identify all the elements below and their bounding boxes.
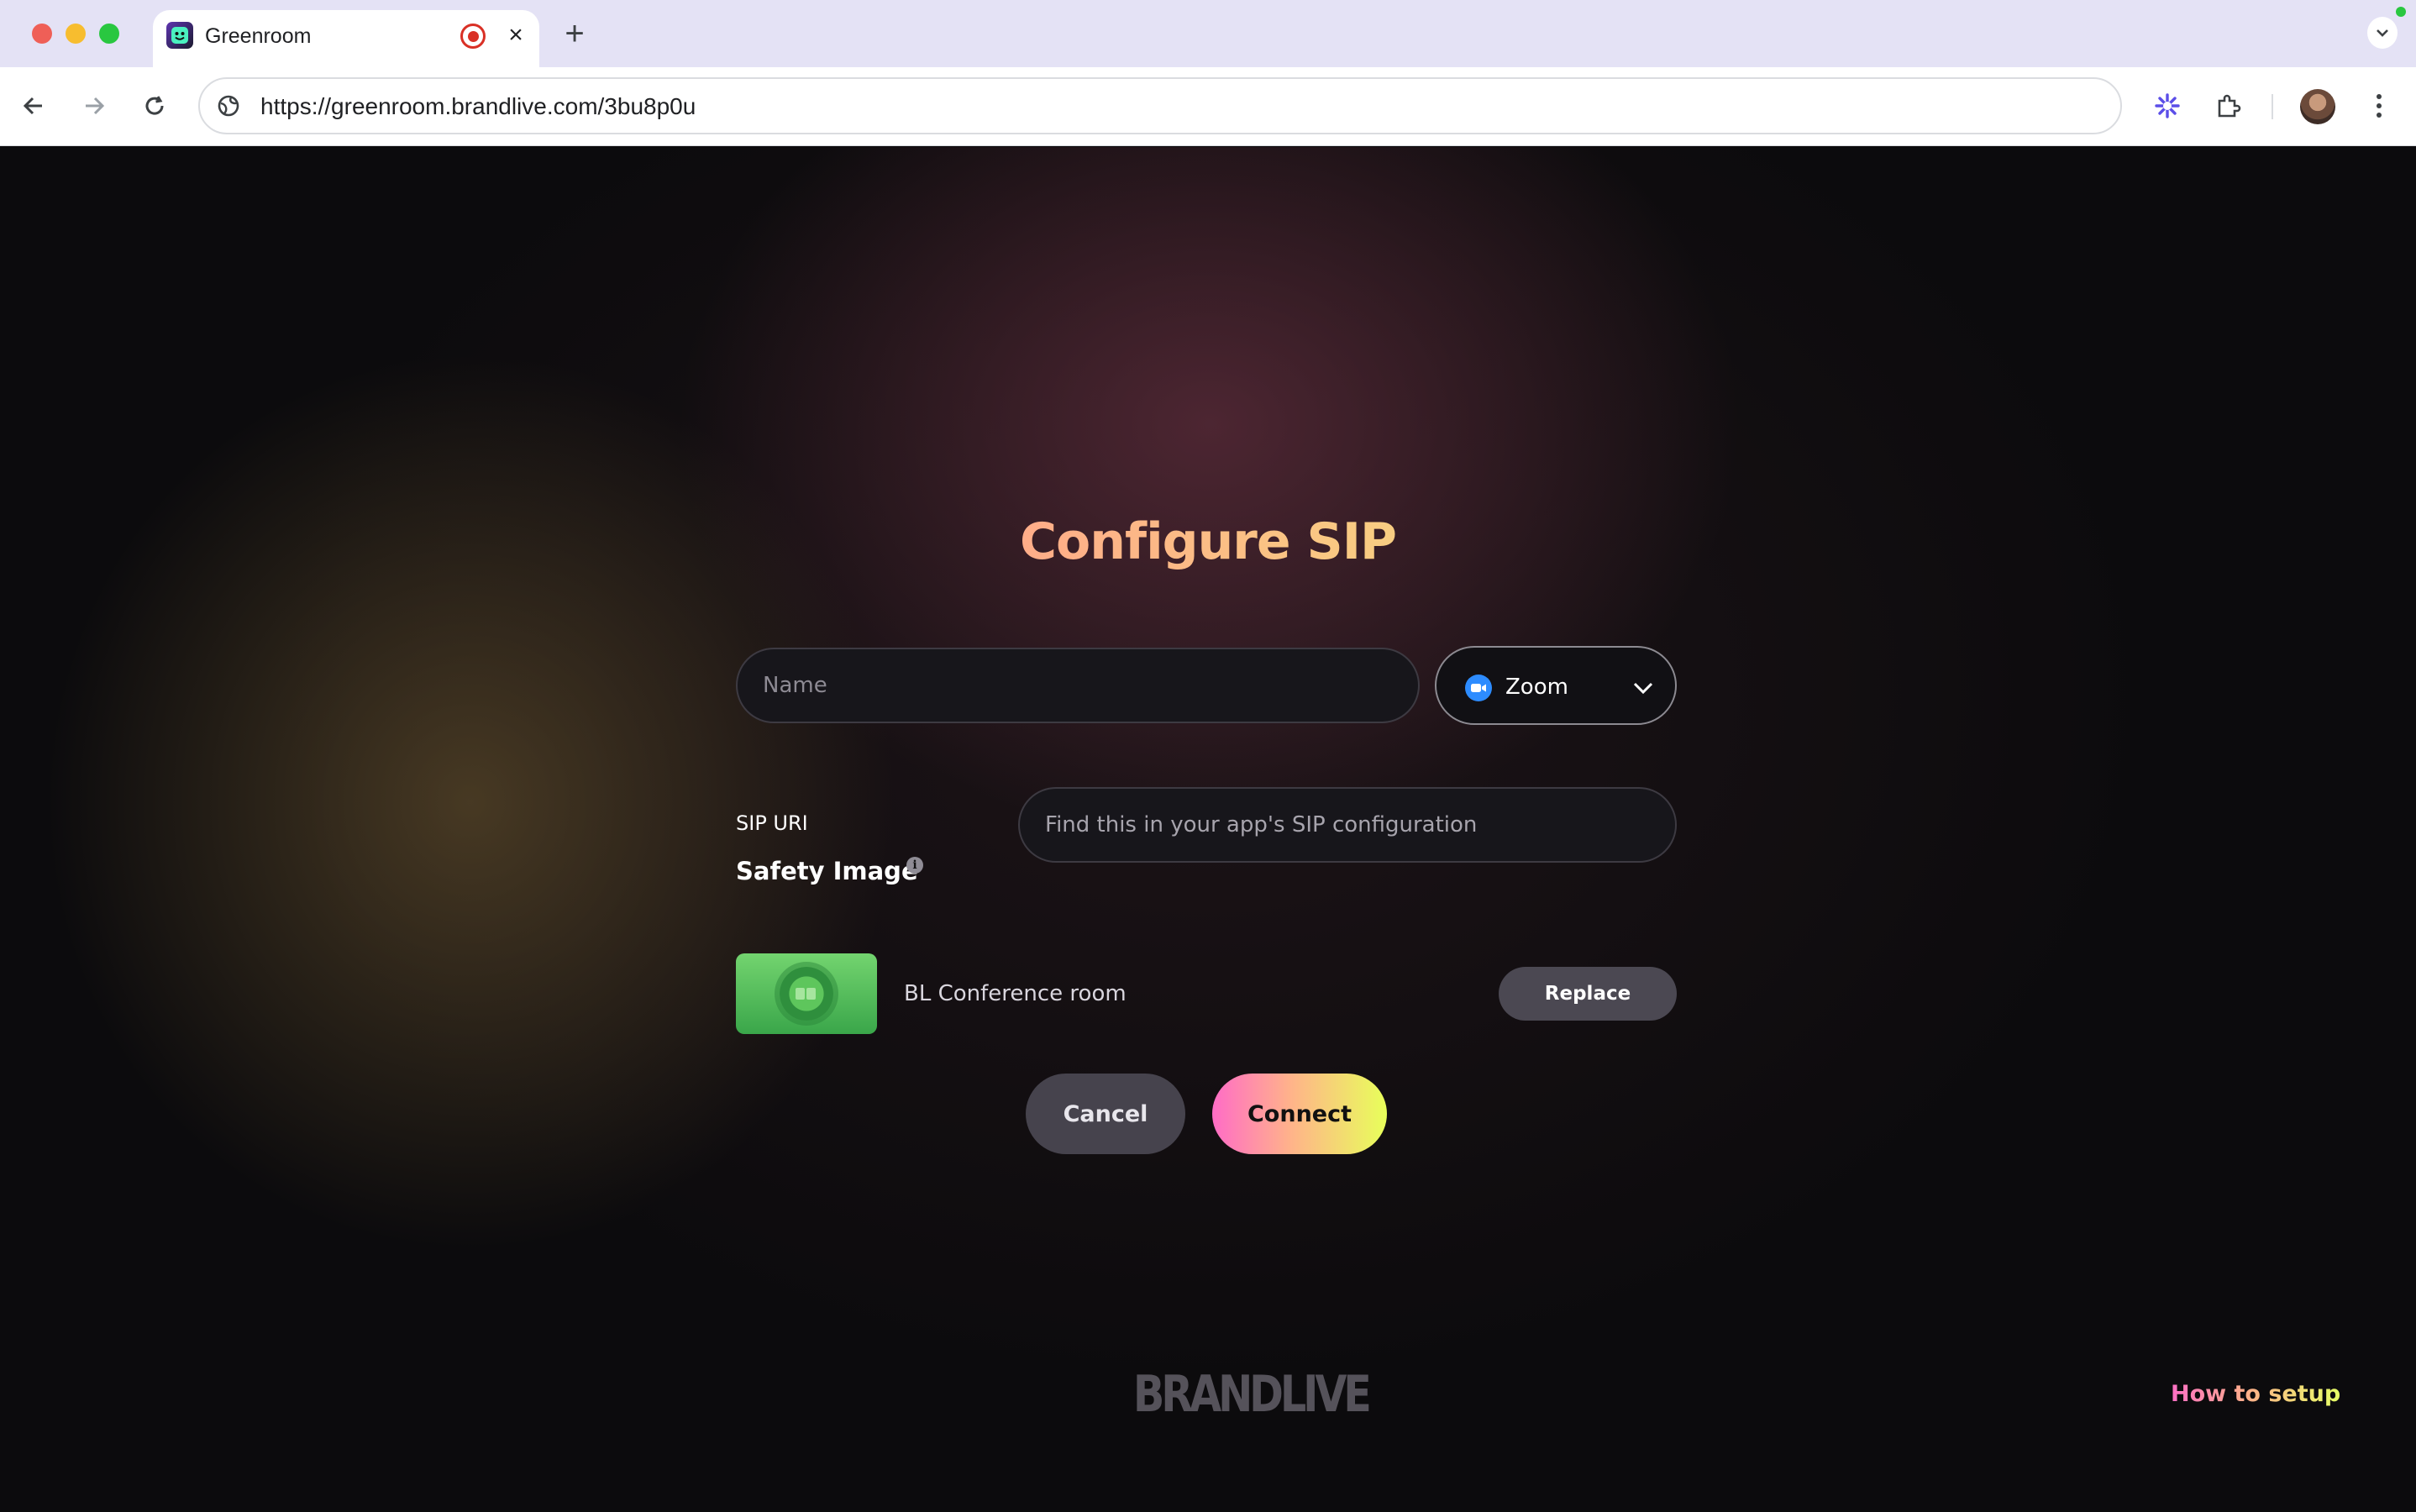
sip-uri-label: SIP URI bbox=[736, 811, 808, 835]
toolbar-divider bbox=[2272, 94, 2273, 119]
sip-uri-input[interactable] bbox=[1018, 787, 1677, 863]
name-input[interactable] bbox=[736, 648, 1420, 723]
window-minimize-control[interactable] bbox=[66, 24, 86, 44]
back-arrow-icon[interactable] bbox=[13, 86, 54, 126]
extension-asterisk-icon[interactable] bbox=[2147, 86, 2188, 126]
browser-toolbar: https://greenroom.brandlive.com/3bu8p0u bbox=[0, 67, 2416, 146]
site-info-icon[interactable] bbox=[215, 92, 242, 119]
safety-image-heading: Safety Image bbox=[736, 857, 918, 885]
tab-close-icon[interactable]: × bbox=[501, 20, 531, 50]
window-close-control[interactable] bbox=[32, 24, 52, 44]
tab-search-chevron-icon[interactable] bbox=[2367, 17, 2398, 49]
greenroom-favicon-icon bbox=[166, 22, 193, 49]
address-url[interactable]: https://greenroom.brandlive.com/3bu8p0u bbox=[260, 92, 696, 121]
tab-title: Greenroom bbox=[205, 24, 312, 48]
browser-tab-greenroom[interactable]: Greenroom × bbox=[153, 10, 539, 67]
address-bar[interactable]: https://greenroom.brandlive.com/3bu8p0u bbox=[198, 77, 2122, 134]
safety-image-thumbnail bbox=[736, 953, 877, 1034]
status-dot-icon bbox=[2396, 7, 2406, 17]
browser-tab-bar: Greenroom × + bbox=[0, 0, 2416, 67]
reload-icon[interactable] bbox=[134, 86, 175, 126]
extensions-puzzle-icon[interactable] bbox=[2208, 86, 2248, 126]
cancel-button[interactable]: Cancel bbox=[1026, 1074, 1185, 1154]
connect-button[interactable]: Connect bbox=[1212, 1074, 1387, 1154]
replace-button[interactable]: Replace bbox=[1499, 967, 1677, 1021]
brandlive-logo: BRANDLIVE bbox=[1132, 1365, 1372, 1424]
chevron-down-icon bbox=[1630, 675, 1657, 701]
camera-placeholder-icon bbox=[780, 967, 833, 1021]
configure-sip-page: Configure SIP Zoom SIP URI Safety Image … bbox=[0, 147, 2416, 1512]
window-zoom-control[interactable] bbox=[99, 24, 119, 44]
platform-selected-label: Zoom bbox=[1505, 675, 1568, 700]
profile-avatar[interactable] bbox=[2300, 89, 2335, 124]
safety-image-name: BL Conference room bbox=[904, 981, 1127, 1006]
browser-menu-icon[interactable] bbox=[2359, 86, 2399, 126]
forward-arrow-icon[interactable] bbox=[74, 86, 114, 126]
info-icon[interactable]: i bbox=[906, 857, 923, 874]
new-tab-button[interactable]: + bbox=[559, 15, 590, 52]
how-to-setup-link[interactable]: How to setup bbox=[2171, 1379, 2340, 1410]
zoom-icon bbox=[1465, 675, 1492, 701]
platform-select[interactable]: Zoom bbox=[1435, 646, 1677, 725]
page-title: Configure SIP bbox=[0, 508, 2416, 575]
recording-indicator-icon bbox=[460, 24, 486, 49]
